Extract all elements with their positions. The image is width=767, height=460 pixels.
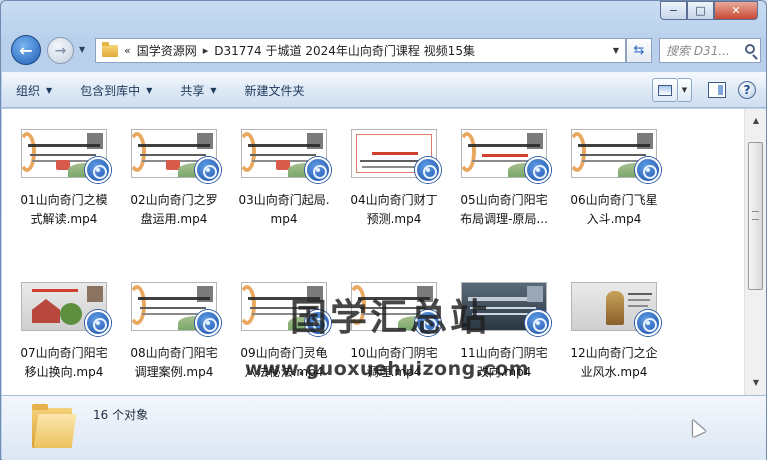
address-bar[interactable]: « 国学资源网 ▸ D31774 于城道 2024年山向奇门课程 视频15集 ▼ — [95, 38, 626, 63]
file-tile[interactable]: 05山向奇门阳宅布局调理-原局... — [456, 111, 552, 236]
folder-icon — [32, 404, 77, 448]
chevron-down-icon: ▼ — [46, 85, 53, 95]
search-input[interactable]: 搜索 D31... — [659, 38, 761, 63]
media-player-icon — [305, 157, 331, 183]
new-folder-button[interactable]: 新建文件夹 — [231, 73, 319, 107]
vertical-scrollbar[interactable]: ▲ ▼ — [744, 109, 766, 395]
refresh-button[interactable]: ⇆ — [626, 38, 652, 63]
details-pane: 16 个对象 — [2, 395, 766, 460]
file-tile[interactable]: 06山向奇门飞星入斗.mp4 — [566, 111, 662, 236]
file-name: 04山向奇门财丁预测.mp4 — [350, 193, 438, 226]
file-name: 12山向奇门之企业风水.mp4 — [570, 346, 658, 379]
organize-menu[interactable]: 组织 ▼ — [2, 73, 66, 107]
folder-icon — [102, 41, 118, 57]
include-in-library-menu[interactable]: 包含到库中 ▼ — [66, 73, 166, 107]
breadcrumb-overflow[interactable]: « — [124, 44, 131, 57]
file-name: 06山向奇门飞星入斗.mp4 — [570, 193, 658, 226]
preview-pane-icon[interactable] — [708, 82, 726, 98]
share-label: 共享 — [180, 83, 205, 98]
media-player-icon — [85, 157, 111, 183]
explorer-window: − □ ✕ ← → ▼ « 国学资源网 ▸ D31774 于城道 2024年山向… — [0, 0, 767, 460]
search-placeholder: 搜索 D31... — [666, 44, 730, 58]
caption-buttons: − □ ✕ — [660, 1, 758, 20]
file-name: 07山向奇门阳宅移山换向.mp4 — [20, 346, 108, 379]
close-button[interactable]: ✕ — [714, 1, 758, 20]
file-tile[interactable]: 12山向奇门之企业风水.mp4 — [566, 264, 662, 389]
breadcrumb-item-current[interactable]: D31774 于城道 2024年山向奇门课程 视频15集 — [214, 42, 475, 59]
media-player-icon — [415, 157, 441, 183]
file-name: 03山向奇门起局.mp4 — [238, 193, 330, 226]
media-player-icon — [635, 157, 661, 183]
toolbar-right-group: ▼ ? — [652, 78, 756, 102]
forward-button[interactable]: → — [47, 37, 74, 64]
media-player-icon — [525, 157, 551, 183]
file-tile[interactable]: 08山向奇门阳宅调理案例.mp4 — [126, 264, 222, 389]
item-count: 16 个对象 — [93, 408, 149, 422]
media-player-icon — [635, 310, 661, 336]
media-player-icon — [85, 310, 111, 336]
include-in-library-label: 包含到库中 — [80, 83, 141, 98]
file-tile[interactable]: 01山向奇门之模式解读.mp4 — [16, 111, 112, 236]
breadcrumb-item-root[interactable]: 国学资源网 — [137, 42, 197, 59]
navigation-bar: ← → ▼ « 国学资源网 ▸ D31774 于城道 2024年山向奇门课程 视… — [9, 34, 761, 66]
view-options-dropdown[interactable]: ▼ — [678, 78, 692, 102]
breadcrumb-separator[interactable]: ▸ — [203, 44, 209, 57]
watermark-title: 国学汇总站 — [290, 296, 490, 339]
scrollbar-thumb[interactable] — [748, 142, 763, 290]
view-icon — [658, 84, 672, 96]
file-name: 02山向奇门之罗盘运用.mp4 — [130, 193, 218, 226]
help-icon[interactable]: ? — [738, 81, 756, 99]
scroll-down-arrow-icon[interactable]: ▼ — [749, 375, 763, 389]
maximize-button[interactable]: □ — [687, 1, 714, 20]
file-name: 01山向奇门之模式解读.mp4 — [20, 193, 108, 226]
file-tile[interactable]: 03山向奇门起局.mp4 — [236, 111, 332, 236]
file-list-area[interactable]: 01山向奇门之模式解读.mp4 02山向奇门之罗盘运用.mp4 03山向奇门起局… — [2, 109, 744, 395]
media-player-icon — [195, 310, 221, 336]
change-view-button[interactable] — [652, 78, 678, 102]
address-dropdown-button[interactable]: ▼ — [613, 46, 619, 55]
file-tile[interactable]: 04山向奇门财丁预测.mp4 — [346, 111, 442, 236]
media-player-icon — [195, 157, 221, 183]
organize-label: 组织 — [16, 83, 41, 98]
file-name: 08山向奇门阳宅调理案例.mp4 — [130, 346, 218, 379]
chevron-down-icon: ▼ — [146, 85, 153, 95]
file-tile[interactable]: 02山向奇门之罗盘运用.mp4 — [126, 111, 222, 236]
search-icon[interactable] — [745, 44, 755, 54]
share-menu[interactable]: 共享 ▼ — [166, 73, 230, 107]
file-name: 05山向奇门阳宅布局调理-原局... — [460, 193, 548, 226]
new-folder-label: 新建文件夹 — [244, 83, 305, 98]
back-button[interactable]: ← — [11, 35, 41, 65]
minimize-button[interactable]: − — [660, 1, 687, 20]
file-tile[interactable]: 07山向奇门阳宅移山换向.mp4 — [16, 264, 112, 389]
scroll-up-arrow-icon[interactable]: ▲ — [749, 113, 763, 127]
watermark-url: www.guoxuehuizong.com — [244, 358, 530, 380]
chevron-down-icon: ▼ — [210, 85, 217, 95]
history-dropdown-button[interactable]: ▼ — [79, 45, 85, 54]
command-toolbar: 组织 ▼ 包含到库中 ▼ 共享 ▼ 新建文件夹 ▼ ? — [2, 72, 766, 108]
